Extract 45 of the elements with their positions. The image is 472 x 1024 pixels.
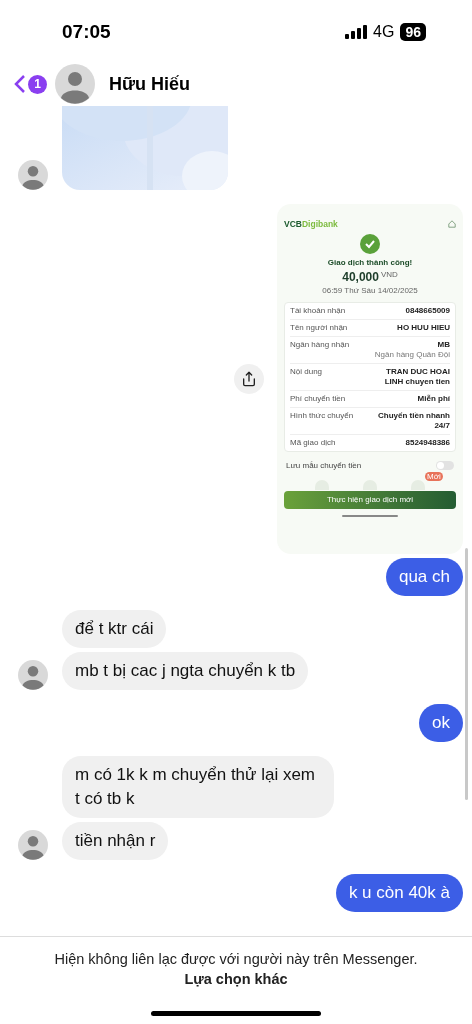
sent-message: qua ch	[385, 558, 463, 596]
detail-label: Mã giao dịch	[290, 437, 336, 448]
sent-message: ok	[419, 704, 463, 742]
received-message: tiền nhận r	[62, 822, 169, 860]
detail-label: Ngân hàng nhận	[290, 339, 350, 350]
success-title: Giao dịch thành công!	[327, 256, 413, 269]
back-button[interactable]: 1	[14, 74, 47, 94]
detail-value: 8524948386	[404, 437, 450, 448]
currency: VND	[380, 270, 398, 279]
detail-note: Ngân hàng Quân Đội	[374, 349, 450, 360]
detail-value: TRAN DUC HOAI LINH chuyen tien	[383, 366, 450, 387]
save-template-toggle[interactable]	[436, 461, 454, 470]
received-message: m có 1k k m chuyển thử lại xem t có tb k	[62, 756, 334, 818]
unavailable-notice: Hiện không liên lạc được với người này trên Messenger. Lựa chọn khác	[53, 950, 419, 989]
save-template-label: Lưu mẫu chuyển tiền	[286, 459, 362, 472]
amount: 40,000	[342, 270, 379, 283]
other-options-link[interactable]: Lựa chọn khác	[184, 971, 288, 987]
received-message: để t ktr cái	[62, 610, 167, 648]
avatar-icon	[55, 64, 95, 104]
back-icon	[14, 74, 26, 94]
battery-level: 96	[400, 23, 426, 41]
received-message: mb t bị cac j ngta chuyển k tb	[62, 652, 309, 690]
sent-message: k u còn 40k à	[335, 874, 463, 912]
detail-value: Chuyển tiền nhanh 24/7	[377, 410, 450, 431]
detail-value: MB	[436, 339, 450, 350]
detail-value: HO HUU HIEU	[396, 322, 450, 333]
detail-label: Phí chuyển tiền	[290, 393, 346, 404]
detail-label: Tên người nhận	[290, 322, 348, 333]
success-check-icon	[360, 233, 380, 254]
detail-label: Hình thức chuyển	[290, 410, 354, 421]
home-icon	[448, 220, 456, 229]
share-button[interactable]	[234, 364, 264, 394]
unread-badge: 1	[28, 74, 47, 94]
transaction-time: 06:59 Thứ Sáu 14/02/2025	[322, 284, 418, 297]
status-time: 07:05	[62, 19, 111, 44]
contact-name: Hữu Hiếu	[109, 72, 191, 96]
new-transaction-button[interactable]: Thực hiện giao dịch mới	[284, 490, 456, 509]
signal-icon	[345, 25, 368, 39]
detail-label: Nội dung	[290, 366, 323, 377]
bank-logo: VCBDigibank	[284, 220, 338, 229]
detail-label: Tài khoản nhận	[290, 305, 346, 316]
new-badge: Mới	[425, 471, 443, 481]
network-type: 4G	[373, 22, 395, 42]
detail-value: Miễn phí	[416, 393, 450, 404]
detail-value: 0848665009	[404, 305, 450, 316]
